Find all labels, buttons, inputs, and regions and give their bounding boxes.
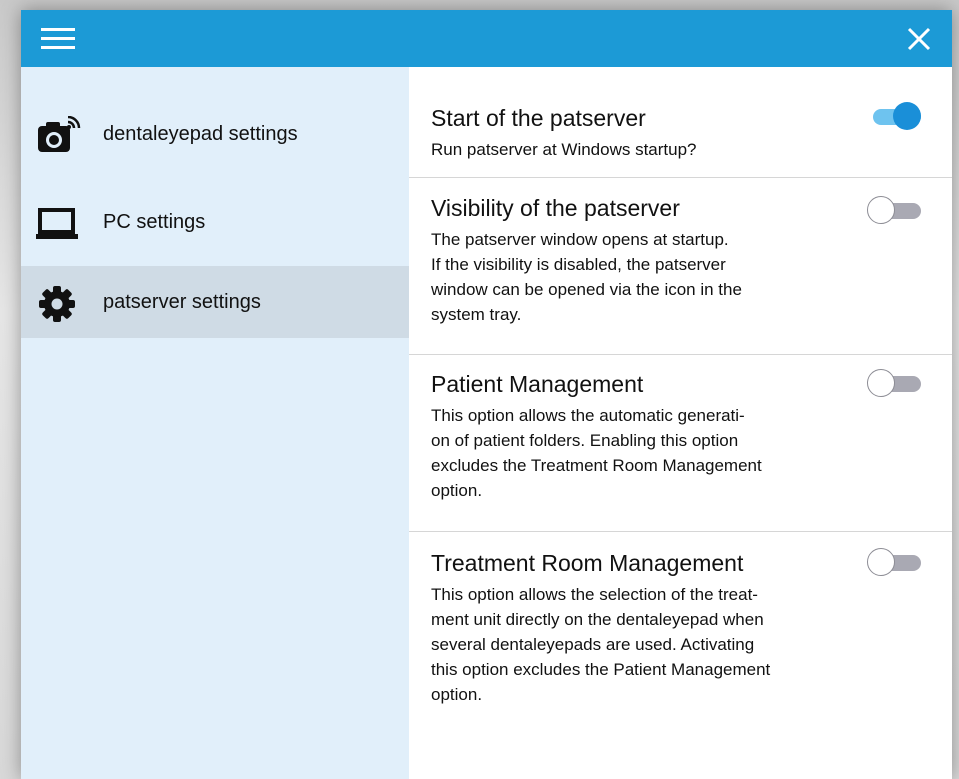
setting-title: Treatment Room Management	[431, 550, 744, 576]
sidebar: dentaleyepad settings PC settings patser…	[21, 67, 409, 779]
patient-management-toggle[interactable]	[867, 368, 923, 398]
settings-window: dentaleyepad settings PC settings patser…	[21, 10, 952, 779]
setting-treatment-room-management: Treatment Room Management This option al…	[409, 532, 952, 779]
setting-description: This option allows the automatic generat…	[431, 406, 762, 500]
sidebar-item-patserver-settings[interactable]: patserver settings	[21, 266, 409, 338]
gear-icon	[35, 284, 81, 324]
title-bar	[21, 10, 952, 67]
close-icon[interactable]	[905, 25, 933, 53]
setting-description: This option allows the selection of the …	[431, 585, 771, 704]
treatment-room-management-toggle[interactable]	[867, 547, 923, 577]
hamburger-menu-icon[interactable]	[41, 28, 75, 50]
sidebar-item-pc-settings[interactable]: PC settings	[21, 186, 409, 258]
camera-wireless-icon	[35, 115, 81, 156]
visibility-patserver-toggle[interactable]	[867, 195, 923, 225]
sidebar-item-label: patserver settings	[103, 291, 261, 313]
start-patserver-toggle[interactable]	[867, 101, 923, 131]
setting-description: The patserver window opens at startup. I…	[431, 230, 742, 324]
setting-title: Start of the patserver	[431, 105, 646, 131]
sidebar-item-label: dentaleyepad settings	[103, 123, 298, 145]
setting-title: Visibility of the patserver	[431, 195, 680, 221]
settings-panel: Start of the patserver Run patserver at …	[409, 67, 952, 779]
setting-patient-management: Patient Management This option allows th…	[409, 355, 952, 532]
laptop-icon	[35, 204, 81, 244]
setting-title: Patient Management	[431, 371, 644, 397]
setting-start-patserver: Start of the patserver Run patserver at …	[409, 67, 952, 178]
sidebar-item-dentaleyepad-settings[interactable]: dentaleyepad settings	[21, 98, 409, 170]
sidebar-item-label: PC settings	[103, 211, 206, 233]
setting-visibility-patserver: Visibility of the patserver The patserve…	[409, 177, 952, 355]
setting-description: Run patserver at Windows startup?	[431, 140, 697, 159]
